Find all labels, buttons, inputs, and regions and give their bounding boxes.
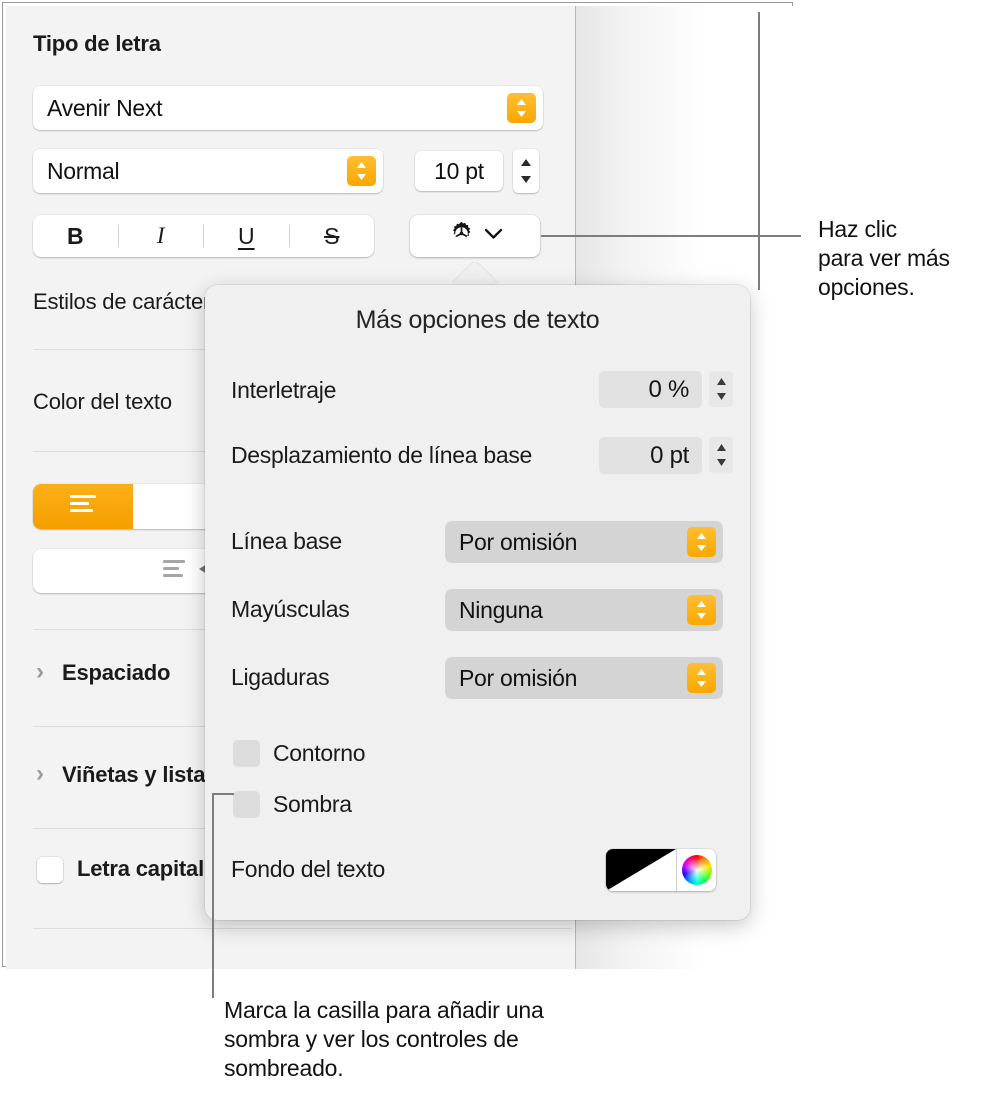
drop-cap-label: Letra capital [77,856,205,881]
stepper-arrows-icon [521,159,531,183]
font-size-field[interactable]: 10 pt [415,151,503,191]
font-family-value: Avenir Next [47,94,163,121]
align-justify-icon [161,556,193,587]
ligatures-value: Por omisión [459,664,578,691]
divider [33,928,572,929]
chevron-right-icon[interactable]: › [36,658,44,686]
outline-label: Contorno [273,740,366,766]
capitalization-popup[interactable]: Ninguna [445,589,723,631]
tracking-stepper[interactable] [709,371,733,407]
popover-arrow [452,262,498,286]
chevron-up-down-icon[interactable] [507,93,536,123]
text-color-label: Color del texto [33,389,172,414]
color-wheel-button[interactable] [677,849,716,891]
callout-top-line2: para ver más [818,245,950,271]
text-background-label: Fondo del texto [231,856,386,882]
font-size-stepper[interactable] [513,149,539,193]
callout-vertical-guide [758,12,760,290]
callout-top: Haz clic para ver más opciones. [818,215,1004,302]
align-left-icon [65,491,101,522]
callout-leader-line-bottom [212,793,234,795]
callout-bottom-line1: Marca la casilla para añadir una [224,997,544,1023]
ligatures-popup[interactable]: Por omisión [445,657,723,699]
underline-button[interactable]: U [204,223,289,250]
outline-checkbox[interactable] [233,740,260,767]
more-text-options-button[interactable] [410,215,540,257]
bullets-lists-section-label[interactable]: Viñetas y listas [62,762,218,788]
chevron-right-icon[interactable]: › [36,760,44,788]
baseline-shift-field[interactable]: 0 pt [599,437,702,474]
text-format-segmented-control[interactable]: B I U S [33,215,374,257]
color-swatch[interactable] [606,849,676,891]
baseline-popup[interactable]: Por omisión [445,521,723,563]
character-styles-label: Estilos de carácter [33,289,211,314]
decrease-indent-button[interactable] [161,556,209,587]
tracking-field[interactable]: 0 % [599,371,702,408]
italic-button[interactable]: I [119,223,204,249]
popover-title: Más opciones de texto [355,306,600,334]
page-title: Tipo de letra [33,31,161,56]
callout-leader-line-top [541,235,801,237]
tracking-label: Interletraje [231,377,337,403]
chevron-up-down-icon[interactable] [347,156,376,186]
baseline-shift-stepper[interactable] [709,437,733,473]
shadow-label: Sombra [273,791,352,817]
spacing-section-label[interactable]: Espaciado [62,660,170,686]
capitalization-label: Mayúsculas [231,596,350,622]
chevron-down-icon [484,227,503,245]
stepper-arrows-icon [716,444,726,466]
chevron-up-down-icon[interactable] [687,527,716,557]
callout-bottom: Marca la casilla para añadir una sombra … [224,996,684,1083]
font-style-value: Normal [47,157,120,184]
callout-bottom-line3: sombreado. [224,1055,344,1081]
shadow-checkbox[interactable] [233,791,260,818]
chevron-up-down-icon[interactable] [687,663,716,693]
align-left-button[interactable] [33,484,133,529]
callout-bottom-line2: sombra y ver los controles de [224,1026,519,1052]
baseline-shift-label: Desplazamiento de línea base [231,442,533,468]
screenshot-root: Tipo de letra Avenir Next Normal 10 pt B [0,0,1008,1104]
ligatures-label: Ligaduras [231,664,330,690]
bold-button[interactable]: B [33,223,118,250]
callout-top-line3: opciones. [818,274,915,300]
font-family-popup[interactable]: Avenir Next [33,86,543,130]
font-style-popup[interactable]: Normal [33,149,383,193]
baseline-value: Por omisión [459,528,578,555]
chevron-up-down-icon[interactable] [687,595,716,625]
stepper-arrows-icon [716,378,726,400]
color-wheel-icon [681,855,712,885]
drop-cap-checkbox[interactable] [37,857,63,883]
callout-leader-vertical-bottom [212,793,214,998]
baseline-label: Línea base [231,528,342,554]
callout-top-line1: Haz clic [818,216,897,242]
capitalization-value: Ninguna [459,596,543,623]
gear-icon [448,220,475,252]
more-text-options-popover: Más opciones de texto Interletraje 0 % D… [205,285,750,920]
strikethrough-button[interactable]: S [290,223,375,250]
text-background-color-well[interactable] [606,849,716,891]
